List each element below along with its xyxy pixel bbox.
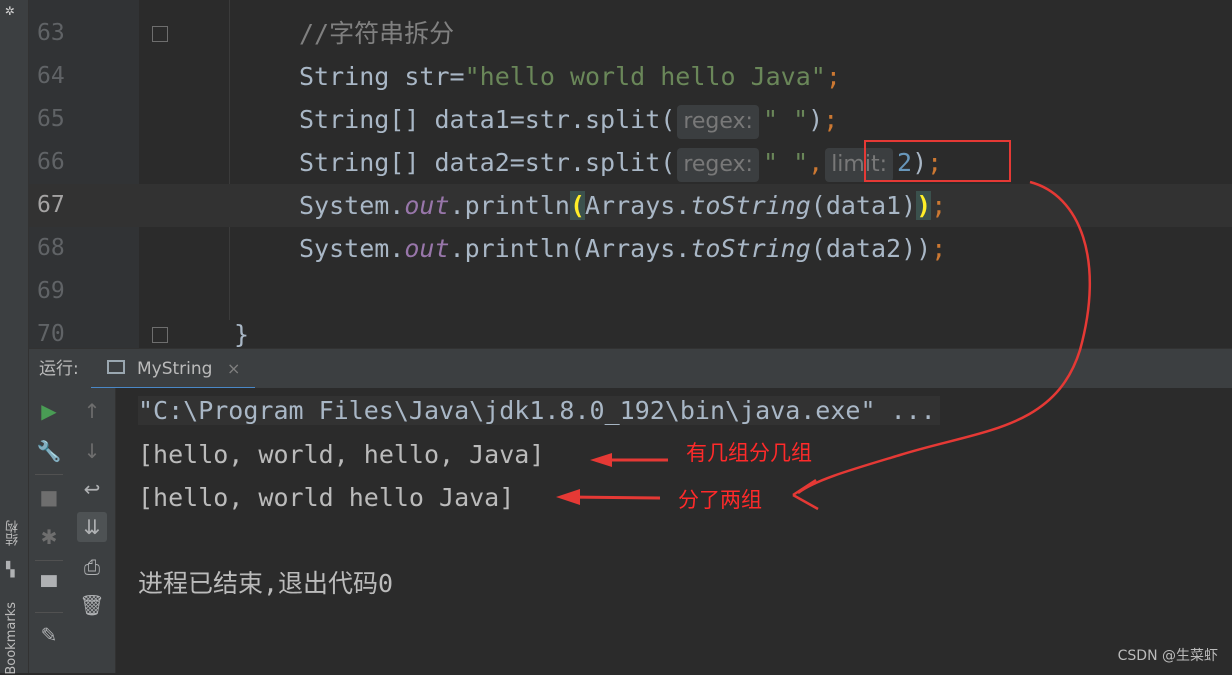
tab-mystring[interactable]: MyString ×: [91, 349, 255, 390]
debug-bug-icon[interactable]: ✱: [34, 522, 64, 552]
code-text: }: [234, 320, 250, 348]
layout-icon[interactable]: ▀: [34, 572, 64, 602]
pin-icon[interactable]: ✎: [34, 620, 64, 650]
code-line-64[interactable]: 64 String str="hello world hello Java";: [29, 55, 1232, 98]
fold-icon[interactable]: [152, 26, 168, 42]
param-hint-regex: regex:: [677, 148, 759, 182]
settings-icon[interactable]: ✲: [5, 0, 15, 19]
run-panel-header: 运行: MyString ×: [29, 348, 1232, 390]
code-line-68[interactable]: 68 System.out.println(Arrays.toString(da…: [29, 227, 1232, 270]
trash-icon[interactable]: 🗑: [77, 590, 107, 620]
line-number: 70: [37, 321, 65, 347]
scroll-to-end-icon[interactable]: ⇊: [77, 512, 107, 542]
toolbar-separator: [35, 474, 63, 475]
code-text: String[] data1=str.split(regex: " ");: [299, 98, 838, 141]
code-line-63[interactable]: 63 //字符串拆分: [29, 12, 1232, 55]
code-line-65[interactable]: 65 String[] data1=str.split(regex: " ");: [29, 98, 1232, 141]
console-line: [hello, world hello Java]: [138, 483, 515, 512]
arrow-up-icon[interactable]: ↑: [77, 396, 107, 426]
structure-icon: ▚: [6, 562, 15, 578]
tab-mystring-label: MyString: [137, 359, 213, 379]
code-text: System.out.println(Arrays.toString(data1…: [299, 191, 947, 220]
line-number: 64: [37, 63, 65, 89]
annotation-label: 有几组分几组: [686, 441, 812, 465]
console-output[interactable]: "C:\Program Files\Java\jdk1.8.0_192\bin\…: [116, 388, 1232, 673]
structure-tab[interactable]: 结构: [4, 520, 23, 546]
arrow-down-icon[interactable]: ↓: [77, 436, 107, 466]
bookmarks-tab[interactable]: Bookmarks: [4, 602, 19, 675]
toolbar-separator: [35, 612, 63, 613]
toolbar-separator: [35, 560, 63, 561]
console-line: [hello, world, hello, Java]: [138, 440, 545, 469]
line-number: 67: [37, 192, 65, 218]
run-toolbar-secondary: ↑ ↓ ↩ ⇊ ⎙ 🗑: [69, 388, 116, 673]
code-text: //字符串拆分: [299, 19, 455, 48]
stop-icon[interactable]: ■: [34, 482, 64, 512]
rerun-icon[interactable]: ▶: [34, 396, 64, 426]
soft-wrap-icon[interactable]: ↩: [77, 474, 107, 504]
line-number: 69: [37, 278, 65, 304]
annotation-label: 分了两组: [678, 488, 762, 512]
run-toolbar-primary: ▶ 🔧 ■ ✱ ▀ ✎: [29, 388, 69, 673]
line-number: 66: [37, 149, 65, 175]
code-editor[interactable]: 63 //字符串拆分 64 String str="hello world he…: [29, 0, 1232, 348]
code-line-67[interactable]: 67 System.out.println(Arrays.toString(da…: [29, 184, 1232, 227]
fold-icon[interactable]: [152, 327, 168, 343]
console-line: "C:\Program Files\Java\jdk1.8.0_192\bin\…: [138, 389, 940, 432]
run-label: 运行:: [39, 359, 79, 379]
code-text: String[] data2=str.split(regex: " ", limit…: [299, 141, 942, 184]
code-text: String str="hello world hello Java";: [299, 62, 841, 91]
line-number: 68: [37, 235, 65, 261]
wrench-icon[interactable]: 🔧: [34, 436, 64, 466]
limit-highlight-box: [864, 140, 1011, 182]
code-text: System.out.println(Arrays.toString(data2…: [299, 234, 947, 263]
bookmarks-tab-label: Bookmarks: [4, 602, 19, 675]
console-line: 进程已结束,退出代码0: [138, 569, 394, 598]
watermark: CSDN @生菜虾: [1117, 648, 1218, 664]
console-command: "C:\Program Files\Java\jdk1.8.0_192\bin\…: [138, 396, 940, 425]
code-line-70[interactable]: 70 }: [29, 313, 1232, 348]
structure-tab-label: 结构: [6, 520, 21, 546]
print-icon[interactable]: ⎙: [77, 552, 107, 582]
line-number: 63: [37, 20, 65, 46]
param-hint-regex: regex:: [677, 105, 759, 139]
code-line-66[interactable]: 66 String[] data2=str.split(regex: " ", li…: [29, 141, 1232, 184]
left-tool-strip: ✲ 结构 ▚ Bookmarks: [0, 0, 29, 675]
close-icon[interactable]: ×: [227, 349, 240, 389]
code-line-69[interactable]: 69: [29, 270, 1232, 313]
console-icon: [107, 360, 125, 374]
line-number: 65: [37, 106, 65, 132]
